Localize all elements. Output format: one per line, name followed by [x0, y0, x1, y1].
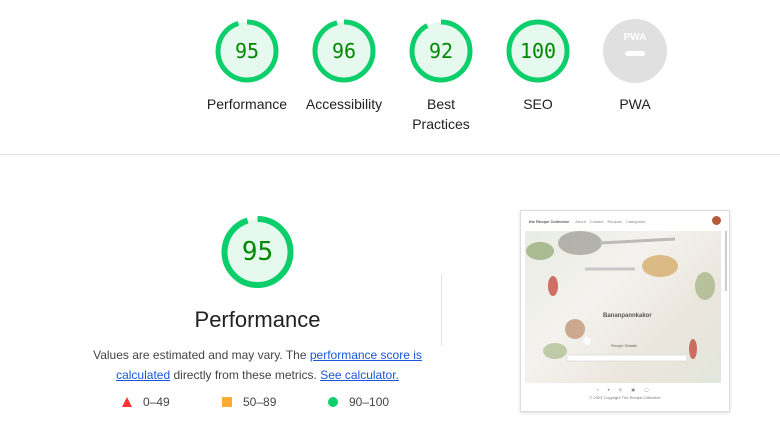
vertical-separator: [441, 274, 442, 346]
performance-score: 95: [241, 237, 274, 267]
thumb-hero-image: Bananpannkakor Recipe Details: [525, 231, 721, 383]
gauge-label: Performance: [206, 96, 288, 112]
thumb-scrollbar: [725, 231, 727, 291]
thumb-section-label: Recipe Details: [611, 343, 637, 348]
legend-average: 50–89: [221, 395, 276, 409]
square-icon: [222, 397, 232, 407]
gauge-score: 92: [428, 39, 454, 63]
thumb-nav-item: About: [575, 218, 586, 224]
thumb-footer: f ▾ ◎ ▣ ◯ © 2023 Copyright The Recipe Co…: [521, 387, 729, 400]
performance-summary: 95 Performance Values are estimated and …: [90, 212, 425, 385]
spices-illustration-icon: [526, 231, 715, 362]
legend-range: 90–100: [349, 395, 390, 409]
thumb-nav-item: Categories: [625, 218, 646, 224]
thumb-navbar: the Recipe Collective About Contact Reci…: [521, 211, 729, 231]
pwa-badge-icon: PWA: [603, 19, 667, 83]
section-divider: [0, 154, 780, 155]
gauge-score: 95: [234, 39, 260, 63]
gauge-performance[interactable]: 95 Performance: [197, 18, 297, 114]
desc-text: directly from these metrics.: [170, 368, 321, 382]
thumb-nav-item: Recipes: [607, 218, 622, 224]
gauge-best-practices[interactable]: 92 Best Practices: [391, 18, 491, 134]
thumb-brand: the Recipe Collective: [529, 218, 570, 224]
gauge-score: 96: [331, 39, 357, 63]
calculator-link[interactable]: See calculator.: [320, 368, 399, 382]
legend-pass: 90–100: [327, 395, 389, 409]
category-gauges: 95 Performance 96 Accessibility 92 Best …: [0, 18, 780, 138]
triangle-icon: [122, 397, 132, 407]
desc-text: Values are estimated and may vary. The: [93, 348, 310, 362]
gauge-score: 100: [519, 39, 557, 63]
performance-title: Performance: [194, 307, 321, 332]
gauge-pwa[interactable]: PWA PWA: [585, 18, 685, 114]
thumb-copyright: © 2023 Copyright The Recipe Collective: [589, 395, 661, 400]
gauge-accessibility[interactable]: 96 Accessibility: [294, 18, 394, 114]
thumb-recipe-title: Bananpannkakor: [603, 313, 652, 319]
gauge-label: Accessibility: [305, 96, 383, 112]
gauge-label: PWA: [619, 96, 651, 112]
thumb-avatar: [712, 216, 721, 225]
legend-range: 50–89: [243, 395, 277, 409]
final-screenshot-thumbnail[interactable]: the Recipe Collective About Contact Reci…: [520, 210, 730, 412]
gauge-label: SEO: [523, 96, 553, 112]
pwa-badge-text: PWA: [624, 32, 647, 43]
score-legend: 0–49 50–89 90–100: [115, 395, 415, 415]
gauge-seo[interactable]: 100 SEO: [488, 18, 588, 114]
thumb-social-icons: f ▾ ◎ ▣ ◯: [597, 387, 653, 392]
legend-fail: 0–49: [121, 395, 170, 409]
performance-description: Values are estimated and may vary. The p…: [90, 345, 425, 385]
circle-icon: [328, 397, 338, 407]
thumb-nav-item: Contact: [589, 218, 604, 224]
legend-range: 0–49: [143, 395, 170, 409]
gauge-label: Best Practices: [412, 96, 470, 132]
